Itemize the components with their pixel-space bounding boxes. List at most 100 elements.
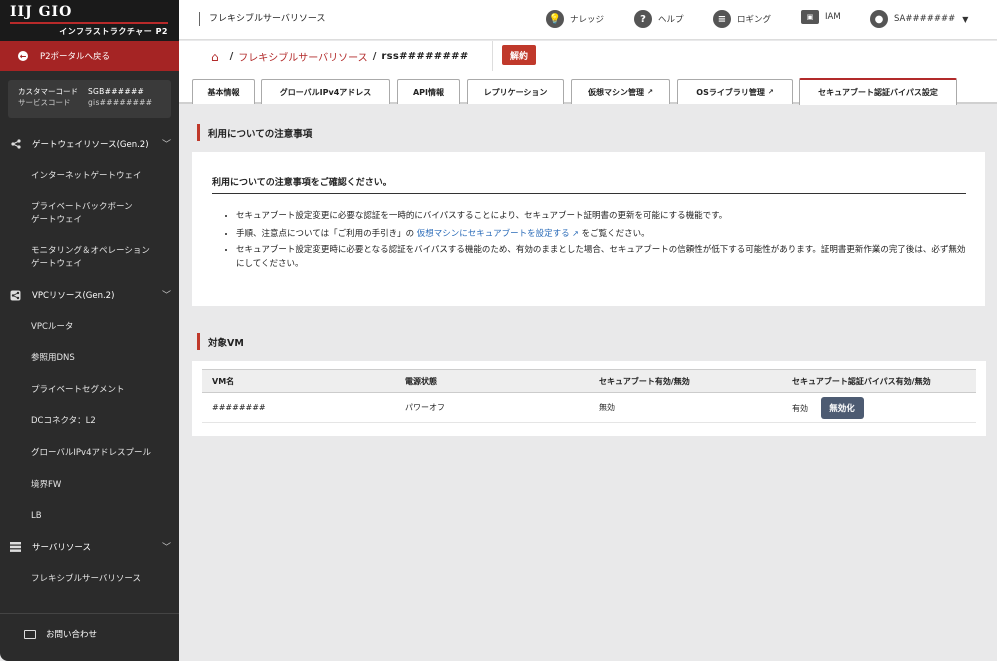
- heading-accent-bar: [197, 124, 200, 141]
- sidebar-item-private-segment[interactable]: プライベートセグメント: [31, 384, 171, 397]
- sidebar: IIJ GIO インフラストラクチャー P2 ← P2ポータルへ戻る カスタマー…: [0, 0, 179, 661]
- logo-underline: [10, 22, 168, 24]
- vm-heading: 対象VM: [197, 333, 244, 350]
- iam-menu[interactable]: ▣ IAM: [801, 10, 841, 24]
- chevron-down-icon: ﹀: [161, 543, 171, 553]
- help-menu[interactable]: ? ヘルプ: [634, 10, 684, 28]
- question-icon: ?: [634, 10, 652, 28]
- knowledge-menu[interactable]: 💡 ナレッジ: [546, 10, 604, 28]
- notice-item: セキュアブート設定変更に必要な認証を一時的にバイパスすることにより、セキュアブー…: [236, 210, 966, 224]
- column-header: VM名: [202, 369, 395, 393]
- notice-text: 手順、注意点については「ご利用の手引き」の: [236, 228, 415, 239]
- column-header: 電源状態: [395, 369, 589, 393]
- bypass-cell: 有効 無効化: [782, 392, 976, 423]
- tab-bar: 基本情報 グローバルIPv4アドレス API情報 レプリケーション 仮想マシン管…: [179, 71, 997, 105]
- id-card-icon: ▣: [801, 10, 819, 24]
- sidebar-section-label: VPCリソース(Gen.2): [32, 291, 115, 301]
- iam-label: IAM: [825, 12, 841, 22]
- table-row: ######## パワーオフ 無効 有効 無効化: [202, 392, 976, 423]
- portal-back-button[interactable]: ← P2ポータルへ戻る: [0, 41, 179, 71]
- tab-secure-boot-bypass[interactable]: セキュアブート認証バイパス設定: [799, 78, 957, 105]
- knowledge-label: ナレッジ: [570, 15, 605, 25]
- tab-api-info[interactable]: API情報: [397, 79, 460, 104]
- sidebar-section-server[interactable]: サーバリソース ﹀: [0, 537, 179, 557]
- tab-os-library[interactable]: OSライブラリ管理 ↗: [677, 79, 793, 104]
- vm-table: VM名 電源状態 セキュアブート有効/無効 セキュアブート認証バイパス有効/無効…: [202, 369, 976, 423]
- notice-list: セキュアブート設定変更に必要な認証を一時的にバイパスすることにより、セキュアブー…: [236, 210, 966, 274]
- tab-label: OSライブラリ管理: [696, 87, 765, 97]
- notice-item: セキュアブート設定変更時に必要となる認証をバイパスする機能のため、有効のままとし…: [236, 244, 966, 271]
- share-square-icon: [10, 290, 21, 301]
- sidebar-item-internet-gateway[interactable]: インターネットゲートウェイ: [31, 170, 171, 183]
- sidebar-item-boundary-fw[interactable]: 境界FW: [31, 479, 171, 492]
- breadcrumb: ⌂ / フレキシブルサーバリソース / rss########: [211, 49, 469, 65]
- portal-back-label: P2ポータルへ戻る: [40, 52, 111, 62]
- breadcrumb-link[interactable]: フレキシブルサーバリソース: [238, 49, 367, 64]
- logo-subtitle: インフラストラクチャー P2: [59, 27, 168, 36]
- sidebar-item-private-backbone-gateway[interactable]: プライベートバックボーン ゲートウェイ: [31, 201, 171, 227]
- home-icon[interactable]: ⌂: [211, 50, 219, 64]
- breadcrumb-separator: /: [229, 51, 234, 62]
- notice-item: 手順、注意点については「ご利用の手引き」の 仮想マシンにセキュアブートを設定する…: [236, 227, 966, 242]
- notice-panel: 利用についての注意事項をご確認ください。 セキュアブート設定変更に必要な認証を一…: [192, 152, 985, 306]
- user-label: SA#######: [894, 14, 956, 24]
- user-icon: ●: [870, 10, 888, 28]
- tab-basic-info[interactable]: 基本情報: [192, 79, 255, 104]
- cancel-contract-button[interactable]: 解約: [502, 45, 536, 65]
- help-label: ヘルプ: [658, 15, 684, 25]
- sidebar-item-monitoring-gateway[interactable]: モニタリング＆オペレーション ゲートウェイ: [31, 245, 171, 271]
- sidebar-item-flexible-server[interactable]: フレキシブルサーバリソース: [31, 573, 171, 586]
- chevron-down-icon: ﹀: [161, 140, 171, 150]
- customer-code-label: カスタマーコード: [18, 87, 78, 96]
- vm-name-cell: ########: [202, 392, 395, 423]
- notice-heading: 利用についての注意事項: [197, 124, 312, 141]
- chevron-down-icon: ﹀: [161, 291, 171, 301]
- code-box: カスタマーコード SGB###### サービスコード gis########: [8, 80, 171, 118]
- logging-label: ロギング: [737, 15, 772, 25]
- tab-replication[interactable]: レプリケーション: [467, 79, 564, 104]
- arrow-left-icon: ←: [18, 51, 28, 61]
- vm-panel: VM名 電源状態 セキュアブート有効/無効 セキュアブート認証バイパス有効/無効…: [192, 361, 986, 436]
- sidebar-section-label: サーバリソース: [32, 543, 91, 553]
- server-icon: [10, 542, 21, 553]
- guide-link[interactable]: 仮想マシンにセキュアブートを設定する ↗: [417, 229, 579, 239]
- sidebar-section-gateway[interactable]: ゲートウェイリソース(Gen.2) ﹀: [0, 134, 179, 154]
- table-header-row: VM名 電源状態 セキュアブート有効/無効 セキュアブート認証バイパス有効/無効: [202, 369, 976, 393]
- sidebar-item-reference-dns[interactable]: 参照用DNS: [31, 352, 171, 365]
- sidebar-item-lb[interactable]: LB: [31, 510, 171, 523]
- breadcrumb-separator: /: [372, 51, 377, 62]
- contact-link[interactable]: お問い合わせ: [24, 628, 97, 640]
- breadcrumb-bar: ⌂ / フレキシブルサーバリソース / rss######## 解約: [179, 41, 997, 71]
- mail-icon: [24, 629, 36, 639]
- logo[interactable]: IIJ GIO インフラストラクチャー P2: [0, 0, 179, 41]
- column-header: セキュアブート有効/無効: [589, 369, 782, 393]
- notice-title: 利用についての注意事項をご確認ください。: [212, 175, 966, 194]
- tab-vm-management[interactable]: 仮想マシン管理 ↗: [571, 79, 670, 104]
- tab-label: 仮想マシン管理: [588, 87, 645, 97]
- user-menu[interactable]: ● SA####### ▼: [870, 10, 968, 28]
- sidebar-divider: [0, 613, 179, 614]
- sidebar-item-vpc-router[interactable]: VPCルータ: [31, 321, 171, 334]
- sidebar-section-label: ゲートウェイリソース(Gen.2): [32, 140, 149, 150]
- share-icon: [10, 139, 21, 150]
- sidebar-section-vpc[interactable]: VPCリソース(Gen.2) ﹀: [0, 285, 179, 305]
- secure-boot-cell: 無効: [589, 392, 782, 423]
- logging-menu[interactable]: ≡ ロギング: [713, 10, 771, 28]
- disable-bypass-button[interactable]: 無効化: [820, 396, 864, 419]
- sidebar-item-dc-connector[interactable]: DCコネクタ：L2: [31, 415, 171, 428]
- contact-label: お問い合わせ: [46, 630, 98, 640]
- tab-global-ipv4[interactable]: グローバルIPv4アドレス: [261, 79, 390, 104]
- customer-code-value: SGB######: [88, 87, 145, 96]
- top-header: フレキシブルサーバリソース 💡 ナレッジ ? ヘルプ ≡ ロギング ▣ IAM …: [179, 0, 997, 40]
- lightbulb-icon: 💡: [546, 10, 564, 28]
- document-icon: ≡: [713, 10, 731, 28]
- guide-link-text: 仮想マシンにセキュアブートを設定する: [416, 228, 570, 239]
- external-link-icon: ↗: [767, 88, 774, 96]
- sidebar-item-ipv4-pool[interactable]: グローバルIPv4アドレスプール: [31, 447, 171, 460]
- bypass-status: 有効: [792, 403, 808, 413]
- page-title: フレキシブルサーバリソース: [199, 12, 325, 26]
- heading-accent-bar: [197, 333, 200, 350]
- breadcrumb-divider: [492, 41, 493, 71]
- service-code-label: サービスコード: [18, 98, 71, 107]
- service-code-value: gis########: [88, 98, 153, 107]
